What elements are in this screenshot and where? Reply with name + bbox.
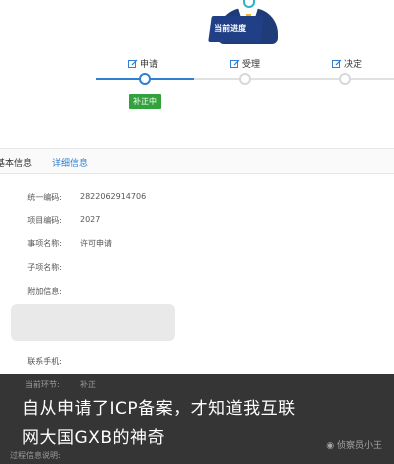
step-accept-label: 受理 xyxy=(242,60,261,70)
info-label: 统一编码: xyxy=(27,193,62,202)
step-apply-node xyxy=(139,73,151,85)
redacted-block xyxy=(11,304,175,341)
current-status-value: 补正 xyxy=(80,380,96,389)
progress-banner: 当前进度 xyxy=(208,16,264,42)
caption-overlay: 当前环节: 补正 过程信息说明: 自从申请了ICP备案，才知道我互联 网大国GX… xyxy=(0,374,394,464)
tab-basic-info[interactable]: 基本信息 xyxy=(0,156,32,169)
step-decision: 决定 xyxy=(332,57,362,70)
watermark: ◉ 侦察员小王 xyxy=(326,438,382,451)
edit-icon xyxy=(230,59,240,68)
edit-icon xyxy=(128,59,138,68)
progress-banner-text: 当前进度 xyxy=(214,24,247,33)
info-label: 附加信息: xyxy=(27,287,62,296)
headset-icon xyxy=(243,0,255,8)
caption-line-1: 自从申请了ICP备案，才知道我互联 xyxy=(22,399,296,419)
wechat-icon: ◉ xyxy=(326,441,337,451)
process-info-label: 过程信息说明: xyxy=(10,451,61,460)
tab-detail-info[interactable]: 详细信息 xyxy=(52,156,88,169)
status-badge: 补正中 xyxy=(129,94,161,109)
info-label: 事项名称: xyxy=(27,239,62,248)
info-tabs: 基本信息 详细信息 xyxy=(0,148,394,174)
step-accept: 受理 xyxy=(230,57,260,70)
step-apply: 申请 xyxy=(128,57,158,70)
step-decision-label: 决定 xyxy=(344,60,363,70)
info-value: 2027 xyxy=(80,215,101,224)
watermark-text: 侦察员小王 xyxy=(336,441,382,451)
step-decision-node xyxy=(339,73,351,85)
info-label: 项目编码: xyxy=(27,216,62,225)
caption-line-2: 网大国GXB的神奇 xyxy=(22,428,165,448)
info-label: 子项名称: xyxy=(27,263,62,272)
info-value: 许可申请 xyxy=(80,239,112,248)
step-accept-node xyxy=(239,73,251,85)
current-status-label: 当前环节: xyxy=(25,380,60,389)
info-value: 2822062914706 xyxy=(80,192,147,201)
info-label: 联系手机: xyxy=(27,357,62,366)
support-agent-illustration: 当前进度 xyxy=(208,0,282,46)
step-apply-label: 申请 xyxy=(140,60,159,70)
edit-icon xyxy=(332,59,342,68)
